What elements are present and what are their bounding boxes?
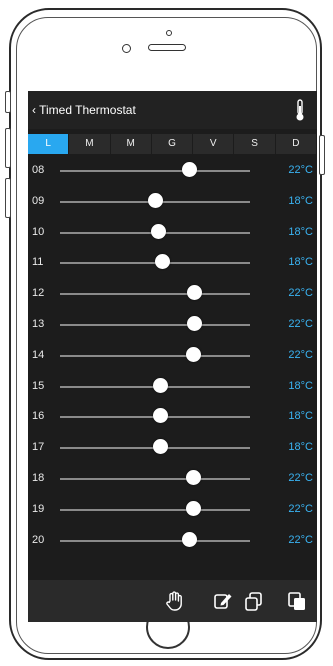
slider-thumb[interactable]	[185, 469, 201, 485]
proximity-sensor	[166, 30, 172, 36]
hour-label: 13	[32, 317, 45, 330]
temperature-slider[interactable]	[60, 477, 250, 480]
day-tabs: LMMGVSD	[28, 134, 317, 154]
schedule-row: 20 22°C	[28, 525, 317, 556]
temperature-value: 18°C	[288, 441, 313, 454]
schedule-row: 13 22°C	[28, 309, 317, 340]
back-button[interactable]: ‹ Timed Thermostat	[32, 103, 136, 117]
hour-label: 08	[32, 164, 45, 176]
hour-label: 18	[32, 471, 45, 484]
slider-thumb[interactable]	[185, 500, 201, 516]
temperature-value: 22°C	[288, 164, 313, 176]
slider-thumb[interactable]	[181, 531, 197, 547]
edit-icon[interactable]	[212, 590, 234, 612]
temperature-slider[interactable]	[60, 539, 250, 542]
schedule-row: 14 22°C	[28, 340, 317, 371]
temperature-value: 18°C	[288, 194, 313, 207]
temperature-value: 22°C	[288, 287, 313, 300]
paste-icon[interactable]	[286, 590, 308, 612]
earpiece-speaker	[148, 44, 186, 51]
day-tab[interactable]: V	[193, 134, 235, 154]
schedule-row: 10 18°C	[28, 217, 317, 248]
toolbar	[28, 580, 317, 622]
app-screen: ‹ Timed Thermostat LMMGVSD 08 22°C 09 18°C 1…	[28, 91, 317, 622]
slider-thumb[interactable]	[153, 377, 169, 393]
schedule-list: 08 22°C 09 18°C 10 18°C 11 18°C 12 22°C 13 22°C 14 22…	[28, 155, 317, 555]
slider-thumb[interactable]	[181, 162, 197, 177]
temperature-slider[interactable]	[60, 293, 250, 296]
hour-label: 19	[32, 502, 45, 515]
temperature-value: 22°C	[288, 502, 313, 515]
power-button	[319, 135, 325, 175]
temperature-value: 22°C	[288, 317, 313, 330]
slider-thumb[interactable]	[151, 223, 167, 239]
day-tab[interactable]: G	[151, 134, 194, 154]
app-header: ‹ Timed Thermostat	[28, 91, 317, 129]
temperature-slider[interactable]	[60, 354, 250, 357]
hour-label: 11	[32, 256, 44, 269]
day-tab[interactable]: D	[275, 134, 317, 154]
hand-icon[interactable]	[164, 590, 186, 612]
hour-label: 20	[32, 533, 45, 546]
front-camera	[122, 44, 131, 53]
schedule-row: 12 22°C	[28, 278, 317, 309]
thermometer-icon[interactable]	[293, 98, 307, 122]
temperature-value: 18°C	[288, 225, 313, 238]
hour-label: 15	[32, 379, 45, 392]
temperature-slider[interactable]	[60, 508, 250, 511]
volume-down-button	[5, 178, 11, 218]
day-tab[interactable]: M	[69, 134, 111, 154]
mute-switch	[5, 91, 11, 113]
slider-thumb[interactable]	[187, 285, 203, 301]
volume-up-button	[5, 128, 11, 168]
schedule-row: 11 18°C	[28, 247, 317, 278]
copy-icon[interactable]	[243, 590, 265, 612]
slider-thumb[interactable]	[185, 346, 201, 362]
temperature-value: 18°C	[288, 410, 313, 423]
schedule-row: 16 18°C	[28, 401, 317, 432]
temperature-value: 22°C	[288, 471, 313, 484]
schedule-row: 18 22°C	[28, 463, 317, 494]
slider-thumb[interactable]	[153, 439, 169, 455]
schedule-row: 19 22°C	[28, 494, 317, 525]
temperature-value: 18°C	[288, 256, 313, 269]
temperature-slider[interactable]	[60, 170, 250, 172]
hour-label: 12	[32, 287, 45, 300]
hour-label: 10	[32, 225, 45, 238]
temperature-slider[interactable]	[60, 323, 250, 326]
slider-thumb[interactable]	[147, 192, 163, 208]
hour-label: 16	[32, 410, 45, 423]
slider-thumb[interactable]	[153, 408, 169, 424]
slider-thumb[interactable]	[155, 254, 171, 270]
hour-label: 09	[32, 194, 45, 207]
temperature-value: 22°C	[288, 533, 313, 546]
schedule-row: 15 18°C	[28, 371, 317, 402]
day-tab[interactable]: S	[234, 134, 276, 154]
temperature-value: 22°C	[288, 348, 313, 361]
hour-label: 14	[32, 348, 45, 361]
temperature-value: 18°C	[288, 379, 313, 392]
schedule-row: 08 22°C	[28, 155, 317, 186]
hour-label: 17	[32, 441, 45, 454]
day-tab[interactable]: L	[28, 134, 70, 154]
schedule-row: 09 18°C	[28, 186, 317, 217]
day-tab[interactable]: M	[110, 134, 152, 154]
slider-thumb[interactable]	[187, 315, 203, 331]
schedule-row: 17 18°C	[28, 432, 317, 463]
